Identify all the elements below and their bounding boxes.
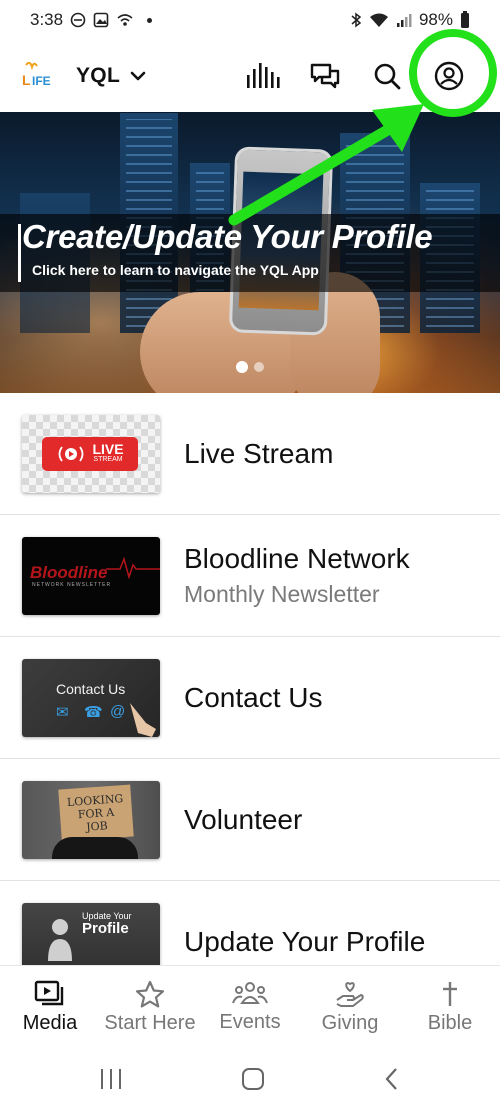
list-item-bloodline-network[interactable]: Bloodline NETWORK NEWSLETTER Bloodline N… [0, 515, 500, 637]
sign-line: FOR A [77, 804, 115, 821]
contact-us-thumbnail: Contact Us ✉ ☎ @ [22, 658, 160, 737]
list-item-text: Volunteer [184, 804, 302, 836]
nav-events[interactable]: Events [200, 966, 300, 1048]
pointing-hand-icon [130, 702, 156, 737]
list-item-text: Contact Us [184, 682, 323, 714]
person-suit [52, 836, 138, 859]
media-icon [34, 980, 64, 1005]
profile-thumb-line2: Profile [82, 919, 129, 937]
cardboard-sign: LOOKING FOR A JOB [58, 784, 134, 841]
annotation-arrow-overlay [228, 29, 497, 226]
envelope-icon: ✉ [56, 703, 69, 721]
list-item-contact-us[interactable]: Contact Us ✉ ☎ @ Contact Us [0, 637, 500, 759]
live-broadcast-icon [59, 445, 84, 462]
list-item-live-stream[interactable]: LIVE STREAM Live Stream [0, 393, 500, 515]
media-list: LIVE STREAM Live Stream Bloodline NETWORK… [0, 393, 500, 1003]
nav-label: Start Here [104, 1011, 196, 1034]
profile-thumb-text: Update Your Profile [82, 911, 132, 937]
list-item-title: Live Stream [184, 437, 334, 469]
giving-hand-icon [336, 981, 364, 1007]
list-item-title: Bloodline Network [184, 543, 410, 574]
list-item-text: Live Stream [184, 438, 333, 470]
list-item-title: Volunteer [184, 803, 303, 835]
live-stream-thumbnail: LIVE STREAM [22, 414, 160, 493]
carousel-dot[interactable] [254, 362, 264, 372]
system-navigation-bar [0, 1047, 500, 1111]
bloodline-thumb-subtitle: NETWORK NEWSLETTER [32, 581, 112, 588]
profile-thumb-line1: Update Your [82, 910, 132, 921]
nav-label: Bible [427, 1011, 473, 1034]
nav-label: Media [22, 1011, 78, 1034]
cross-icon [443, 981, 457, 1006]
list-item-title: Contact Us [184, 681, 323, 713]
nav-bible[interactable]: Bible [400, 966, 500, 1048]
live-badge-subtext: STREAM [93, 456, 123, 463]
back-icon[interactable] [382, 1066, 402, 1092]
phone-icon: ☎ [84, 703, 103, 721]
recent-apps-icon[interactable] [98, 1067, 124, 1091]
live-badge-text: LIVE [92, 441, 124, 457]
heartbeat-line-icon [106, 556, 160, 579]
contact-thumb-title: Contact Us [56, 680, 126, 697]
list-item-text: Update Your Profile [184, 926, 425, 958]
carousel-indicators [0, 361, 500, 373]
star-icon [135, 980, 165, 1007]
live-badge: LIVE STREAM [42, 436, 138, 471]
nav-label: Events [219, 1010, 281, 1033]
at-sign-icon: @ [110, 702, 126, 720]
sign-line: LOOKING [66, 791, 124, 808]
list-item-text: Bloodline Network Monthly Newsletter [184, 543, 410, 608]
list-item-subtitle: Monthly Newsletter [184, 581, 380, 607]
nav-media[interactable]: Media [0, 966, 100, 1048]
sign-line: JOB [85, 818, 109, 833]
list-item-volunteer[interactable]: LOOKING FOR A JOB Volunteer [0, 759, 500, 881]
carousel-dot[interactable] [236, 361, 248, 373]
nav-giving[interactable]: Giving [300, 966, 400, 1048]
volunteer-thumbnail: LOOKING FOR A JOB [22, 780, 160, 859]
nav-label: Giving [321, 1011, 379, 1034]
bloodline-thumb-title: Bloodline [30, 562, 108, 582]
home-icon[interactable] [240, 1066, 266, 1092]
people-icon [232, 981, 268, 1004]
bloodline-thumbnail: Bloodline NETWORK NEWSLETTER [22, 536, 160, 615]
bottom-navigation: Media Start Here Events Giving Bible [0, 965, 500, 1048]
person-silhouette-icon [48, 918, 72, 961]
list-item-title: Update Your Profile [184, 925, 426, 957]
nav-start-here[interactable]: Start Here [100, 966, 200, 1048]
